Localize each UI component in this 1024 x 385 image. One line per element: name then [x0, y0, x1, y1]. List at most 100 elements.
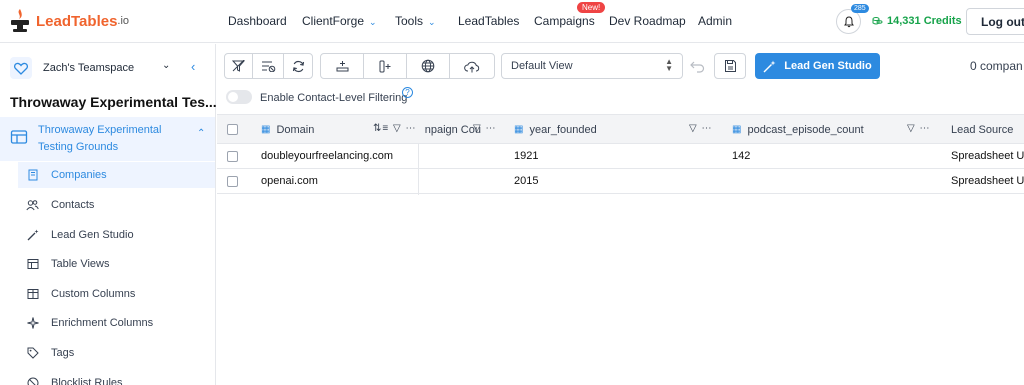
pinned-column-divider	[418, 144, 419, 195]
column-header-podcast-episode-count[interactable]: ▦ podcast_episode_count	[732, 115, 912, 144]
sidebar: Zach's Teamspace ⌄ ‹ Throwaway Experimen…	[0, 44, 217, 385]
row-checkbox[interactable]	[227, 151, 238, 162]
filter-menu-icons[interactable]: ▽ ⋯	[907, 123, 930, 134]
cloud-upload-icon	[464, 61, 480, 72]
logout-button[interactable]: Log out	[966, 8, 1024, 35]
table-view-value: Default View	[511, 60, 573, 72]
cell-domain[interactable]: openai.com	[261, 169, 318, 193]
block-icon	[26, 377, 39, 385]
undo-button[interactable]	[688, 57, 708, 75]
building-icon	[26, 169, 39, 182]
table-icon	[26, 258, 39, 271]
new-badge: New!	[577, 2, 606, 13]
notification-count-badge: 285	[851, 4, 869, 13]
refresh-button[interactable]	[284, 54, 312, 78]
select-arrows-icon: ▲ ▼	[665, 57, 673, 73]
sidebar-item-tags[interactable]: Tags	[18, 340, 215, 366]
companies-table: ▦ Domain ⇅≡ ▽ ⋯ npaign Cou ▽ ⋯ ▦ year_fo…	[217, 114, 1024, 385]
coins-icon	[872, 16, 883, 24]
sidebar-item-lead-gen-studio[interactable]: Lead Gen Studio	[18, 222, 215, 248]
nav-clientforge[interactable]: ClientForge ⌄	[302, 14, 377, 28]
sidebar-item-contacts[interactable]: Contacts	[18, 192, 215, 218]
cell-lead-source[interactable]: Spreadsheet Up	[951, 144, 1024, 168]
save-view-button[interactable]	[714, 53, 746, 79]
building-icon: ▦	[732, 124, 742, 135]
workspace-item-label: Throwaway Experimental Testing Grounds	[38, 124, 162, 153]
add-column-button[interactable]	[364, 54, 407, 78]
top-nav: LeadTables .io Dashboard ClientForge ⌄ Too…	[0, 0, 1024, 43]
sidebar-item-enrichment-columns[interactable]: Enrichment Columns	[18, 310, 215, 336]
lead-gen-studio-button[interactable]: Lead Gen Studio	[755, 53, 880, 79]
sidebar-item-label: Blocklist Rules	[51, 377, 123, 385]
nav-dashboard[interactable]: Dashboard	[228, 14, 287, 28]
sidebar-item-table-views[interactable]: Table Views	[18, 251, 215, 277]
refresh-icon	[292, 60, 304, 72]
cell-year-founded[interactable]: 1921	[514, 144, 538, 168]
column-header-label: Lead Source	[951, 123, 1014, 136]
sidebar-item-label: Table Views	[51, 258, 110, 270]
sidebar-item-label: Enrichment Columns	[51, 317, 154, 329]
filter-menu-icons[interactable]: ▽ ⋯	[473, 123, 496, 134]
sidebar-item-label: Tags	[51, 347, 75, 359]
nav-tools-label: Tools	[395, 14, 424, 28]
company-count: 0 compan	[970, 59, 1023, 73]
nav-dev-roadmap[interactable]: Dev Roadmap	[609, 14, 686, 28]
columns-icon	[26, 288, 39, 301]
row-checkbox[interactable]	[227, 176, 238, 187]
table-header: ▦ Domain ⇅≡ ▽ ⋯ npaign Cou ▽ ⋯ ▦ year_fo…	[217, 114, 1024, 144]
building-icon: ▦	[514, 124, 524, 135]
anvil-logo-icon	[10, 8, 30, 34]
users-icon	[26, 199, 39, 212]
contact-filter-toggle[interactable]	[226, 90, 252, 104]
building-icon: ▦	[261, 124, 271, 135]
collapse-sidebar-icon[interactable]: ‹	[191, 59, 195, 74]
table-icon	[10, 130, 28, 144]
sort-filter-menu-icons[interactable]: ⇅≡ ▽ ⋯	[373, 123, 416, 134]
nav-tools[interactable]: Tools ⌄	[395, 14, 436, 28]
filter-off-icon	[232, 60, 245, 72]
cloud-upload-button[interactable]	[450, 54, 494, 78]
chevron-down-icon: ⌄	[428, 17, 436, 27]
toggle-knob	[228, 92, 238, 102]
sidebar-item-label: Contacts	[51, 199, 95, 211]
workspace-item[interactable]: Throwaway Experimental Testing Grounds ⌃	[0, 117, 215, 161]
clear-sort-button[interactable]	[253, 54, 284, 78]
cell-year-founded[interactable]: 2015	[514, 169, 538, 193]
nav-admin[interactable]: Admin	[698, 14, 732, 28]
column-header-label: year_founded	[529, 123, 597, 136]
column-header-lead-source[interactable]: Lead Source	[951, 115, 1024, 144]
team-selector[interactable]: Zach's Teamspace ⌄ ‹	[10, 57, 210, 79]
column-header-campaign-count[interactable]: npaign Cou	[413, 115, 481, 144]
table-view-select[interactable]: Default View ▲ ▼	[501, 53, 683, 79]
table-row[interactable]: doubleyourfreelancing.com 1921 142 Sprea…	[217, 144, 1024, 169]
team-name: Zach's Teamspace	[43, 62, 135, 74]
add-row-button[interactable]	[321, 54, 364, 78]
team-heart-icon	[10, 57, 32, 79]
sidebar-item-label: Companies	[51, 169, 107, 181]
app-logo[interactable]: LeadTables .io	[10, 8, 129, 34]
sidebar-item-custom-columns[interactable]: Custom Columns	[18, 281, 215, 307]
undo-icon	[690, 61, 705, 73]
web-enrich-button[interactable]	[407, 54, 450, 78]
wand-icon	[26, 229, 39, 242]
nav-leadtables[interactable]: LeadTables	[458, 14, 519, 28]
credits-display: 14,331 Credits	[872, 15, 962, 27]
insert-row-icon	[336, 61, 348, 72]
help-icon[interactable]: ?	[402, 87, 413, 98]
clear-filters-button[interactable]	[225, 54, 253, 78]
credits-label: 14,331 Credits	[887, 15, 962, 27]
cell-domain[interactable]: doubleyourfreelancing.com	[261, 144, 393, 168]
chevron-down-icon: ⌄	[369, 17, 377, 27]
cell-podcast-episode-count[interactable]: 142	[732, 144, 750, 168]
chevron-down-icon: ⌄	[162, 60, 171, 71]
nav-clientforge-label: ClientForge	[302, 14, 365, 28]
select-all-checkbox[interactable]	[227, 124, 238, 135]
column-header-year-founded[interactable]: ▦ year_founded	[514, 115, 684, 144]
table-row[interactable]: openai.com 2015 Spreadsheet Up	[217, 169, 1024, 194]
cell-lead-source[interactable]: Spreadsheet Up	[951, 169, 1024, 193]
magic-wand-icon	[763, 60, 776, 72]
sidebar-item-companies[interactable]: Companies	[18, 162, 215, 188]
sidebar-item-blocklist-rules[interactable]: Blocklist Rules	[18, 370, 215, 385]
nav-campaigns[interactable]: Campaigns	[534, 14, 595, 28]
filter-menu-icons[interactable]: ▽ ⋯	[689, 123, 712, 134]
